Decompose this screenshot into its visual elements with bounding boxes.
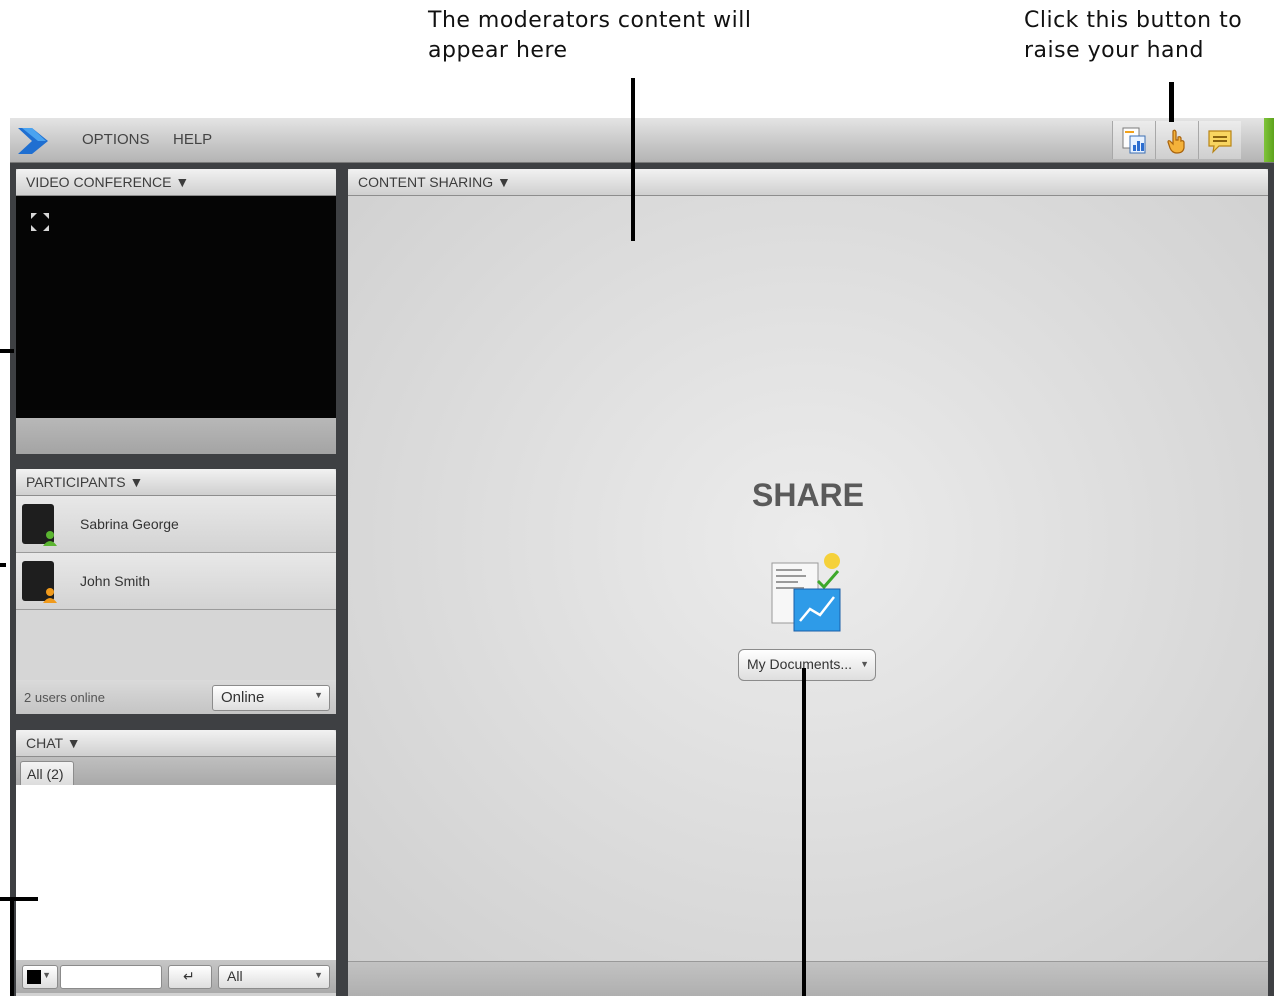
- recipient-select-label: All: [227, 968, 243, 984]
- raise-hand-icon: [1167, 129, 1185, 154]
- participants-list-empty-space: [16, 610, 336, 680]
- menu-bar: OPTIONS HELP: [10, 118, 1274, 163]
- my-documents-label: My Documents...: [747, 656, 853, 672]
- chat-panel: CHAT ▼ All (2) ▼ ↵ All ▼: [16, 730, 336, 996]
- enter-icon: ↵: [183, 968, 195, 984]
- status-select-label: Online: [221, 689, 265, 706]
- status-select[interactable]: Online ▼: [212, 685, 330, 711]
- menu-options[interactable]: OPTIONS: [82, 131, 150, 148]
- chat-bubble-icon: [1208, 130, 1232, 154]
- participant-name: John Smith: [80, 573, 151, 589]
- chat-title: CHAT ▼: [26, 735, 81, 751]
- share-documents-icon: [771, 553, 841, 632]
- chat-button[interactable]: [1198, 121, 1241, 159]
- chat-input-bar: ▼ ↵ All ▼: [16, 960, 336, 993]
- text-color-picker[interactable]: ▼: [22, 965, 58, 989]
- participants-panel: PARTICIPANTS ▼ Sabrina George John Smith…: [16, 469, 336, 714]
- participant-name: Sabrina George: [80, 516, 179, 532]
- share-label: SHARE: [751, 477, 864, 513]
- chat-messages: [16, 785, 336, 960]
- tab-all-label: All (2): [27, 766, 64, 782]
- color-swatch: [27, 970, 41, 984]
- chevron-down-icon: ▼: [860, 659, 869, 669]
- users-online-count: 2 users online: [24, 690, 105, 705]
- fullscreen-expand-icon[interactable]: [30, 212, 50, 232]
- menu-help[interactable]: HELP: [173, 131, 212, 148]
- content-sharing-panel: CONTENT SHARING ▼ SHARE My Documents... …: [348, 169, 1268, 996]
- leader-line-moderator: [631, 78, 635, 241]
- chat-tab-bar: All (2): [16, 757, 336, 786]
- leader-line-chat-h: [0, 897, 38, 901]
- content-sharing-header[interactable]: CONTENT SHARING ▼: [348, 169, 1268, 196]
- app-logo-icon: [18, 128, 48, 154]
- participant-row[interactable]: Sabrina George: [16, 496, 336, 553]
- tab-all[interactable]: All (2): [20, 761, 74, 786]
- send-button[interactable]: ↵: [168, 965, 212, 989]
- video-conference-title: VIDEO CONFERENCE ▼: [26, 174, 190, 190]
- chevron-down-icon: ▼: [314, 690, 323, 700]
- video-conference-header[interactable]: VIDEO CONFERENCE ▼: [16, 169, 336, 196]
- participants-title: PARTICIPANTS ▼: [26, 474, 144, 490]
- video-display: [16, 196, 336, 418]
- status-accent: [1264, 118, 1274, 162]
- chat-header[interactable]: CHAT ▼: [16, 730, 336, 757]
- presentation-button[interactable]: [1112, 121, 1155, 159]
- annotation-raise-hand: Click this button to raise your hand: [1024, 8, 1243, 63]
- leader-line-documents: [802, 668, 806, 996]
- leader-line-participants: [0, 563, 6, 567]
- leader-line-video: [0, 349, 14, 353]
- raise-hand-button[interactable]: [1155, 121, 1198, 159]
- chat-message-input[interactable]: [60, 965, 162, 989]
- video-footer: [16, 418, 336, 454]
- my-documents-button[interactable]: My Documents... ▼: [738, 649, 876, 681]
- participant-row[interactable]: John Smith: [16, 553, 336, 610]
- chevron-down-icon: ▼: [314, 970, 323, 980]
- chevron-down-icon: ▼: [42, 970, 51, 980]
- recipient-select[interactable]: All ▼: [218, 965, 330, 989]
- content-footer: [348, 961, 1268, 996]
- presentation-icon: [1122, 127, 1146, 154]
- participants-header[interactable]: PARTICIPANTS ▼: [16, 469, 336, 496]
- user-status-icon: [43, 588, 57, 603]
- video-conference-panel: VIDEO CONFERENCE ▼: [16, 169, 336, 454]
- participants-footer: 2 users online Online ▼: [16, 680, 336, 714]
- leader-line-raise-hand: [1169, 82, 1174, 122]
- user-status-icon: [43, 531, 57, 546]
- content-stage: SHARE My Documents... ▼: [348, 196, 1268, 961]
- content-sharing-title: CONTENT SHARING ▼: [358, 174, 511, 190]
- annotation-moderator-content: The moderators content will appear here: [428, 8, 752, 63]
- meeting-app-window: OPTIONS HELP VIDEO CONFERENCE ▼ PARTICIP…: [10, 118, 1274, 996]
- leader-line-chat-v: [10, 897, 14, 996]
